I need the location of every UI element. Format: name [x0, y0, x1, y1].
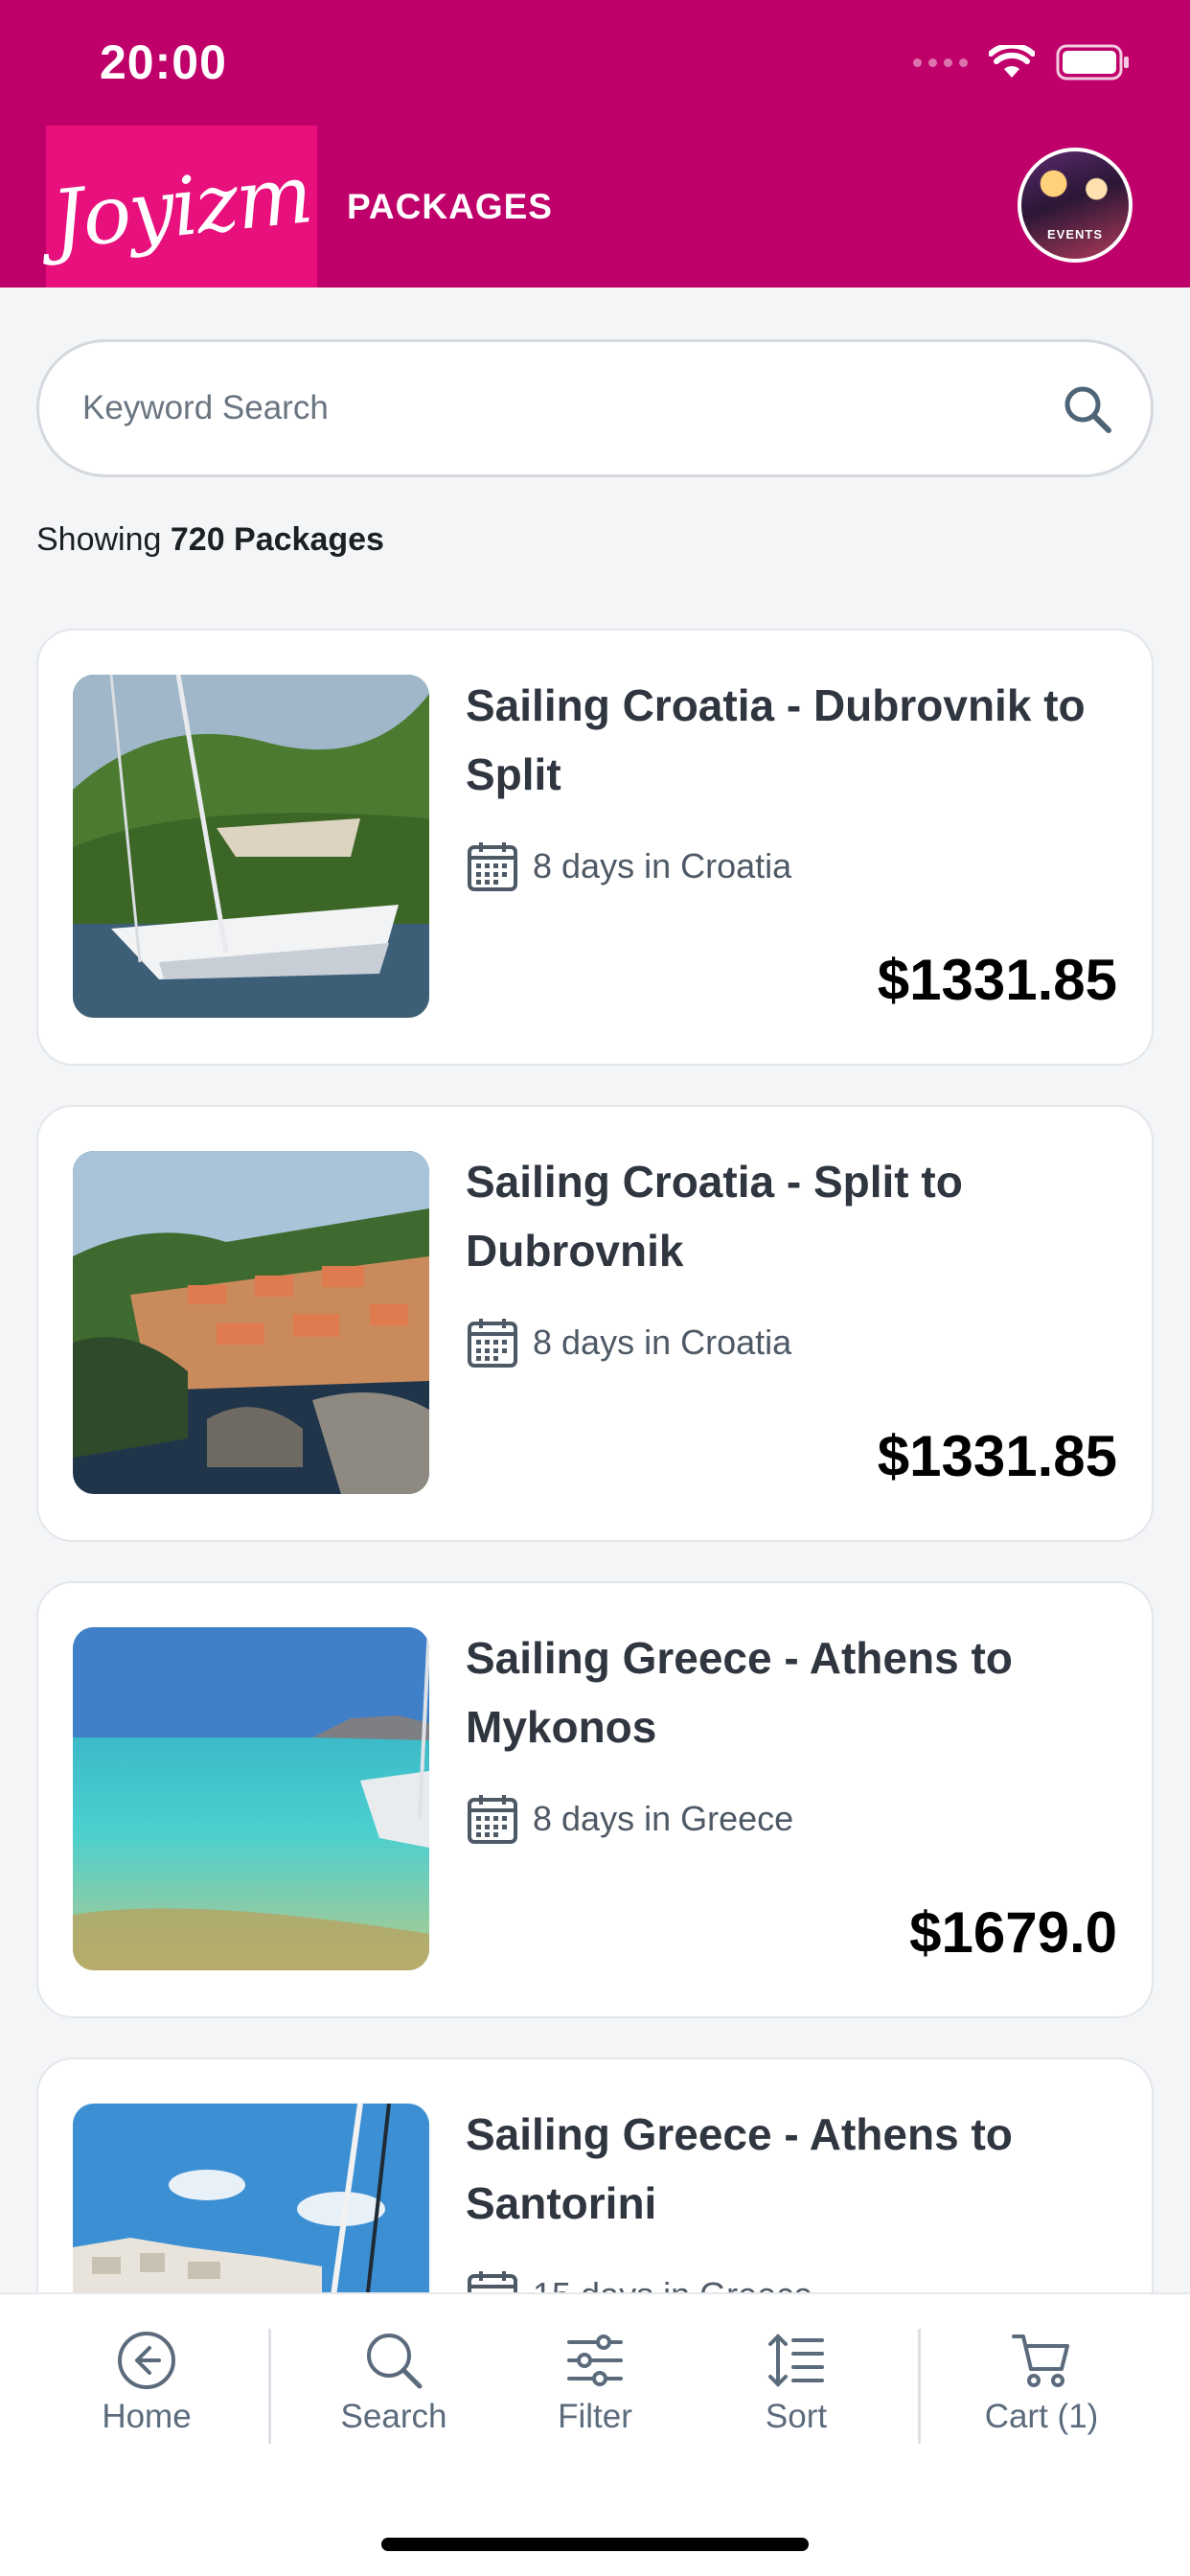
tab-home[interactable]: Home	[56, 2329, 238, 2444]
home-indicator[interactable]	[381, 2538, 809, 2551]
package-image[interactable]	[73, 1151, 429, 1494]
calendar-icon	[468, 1795, 517, 1844]
brand-logo[interactable]: Joyizm	[46, 126, 317, 288]
cellular-signal-icon	[913, 58, 968, 67]
tab-cart[interactable]: Cart (1)	[950, 2329, 1133, 2444]
package-title[interactable]: Sailing Croatia - Split to Dubrovnik	[466, 1147, 1127, 1285]
app-header: 20:00 Joyizm PACKAGES EVENTS	[0, 0, 1190, 288]
package-card[interactable]: Sailing Croatia - Dubrovnik to Split 8 d…	[36, 629, 1154, 1066]
package-duration-text: 8 days in Greece	[533, 1799, 794, 1838]
package-title[interactable]: Sailing Greece - Athens to Mykonos	[466, 1623, 1127, 1761]
results-number: 720 Packages	[170, 521, 384, 558]
package-duration: 8 days in Greece	[466, 1792, 793, 1846]
search-icon[interactable]	[1061, 382, 1114, 436]
tab-search-label: Search	[340, 2398, 447, 2435]
tab-divider	[268, 2329, 271, 2444]
logo-text: Joyizm	[47, 146, 316, 267]
sort-lines-icon	[768, 2334, 824, 2387]
search-input[interactable]	[82, 342, 1041, 474]
package-duration: 8 days in Croatia	[466, 1316, 791, 1369]
package-card[interactable]: Sailing Croatia - Split to Dubrovnik 8 d…	[36, 1105, 1154, 1542]
package-price: $1331.85	[877, 1424, 1117, 1488]
sliders-icon	[567, 2334, 623, 2386]
calendar-icon	[468, 842, 517, 891]
back-circle-icon	[118, 2332, 175, 2389]
page-title: PACKAGES	[347, 187, 553, 226]
search-icon	[367, 2334, 423, 2389]
tab-filter[interactable]: Filter	[504, 2329, 686, 2444]
tab-sort-label: Sort	[765, 2398, 828, 2435]
cart-icon	[1012, 2334, 1069, 2387]
results-prefix: Showing	[36, 521, 162, 558]
search-bar	[36, 339, 1154, 477]
package-duration-text: 8 days in Croatia	[533, 846, 792, 886]
battery-icon	[1056, 44, 1129, 80]
status-icons	[913, 44, 1131, 80]
wifi-icon	[989, 45, 1035, 78]
package-image[interactable]	[73, 675, 429, 1018]
results-count: Showing 720 Packages	[36, 521, 384, 559]
avatar[interactable]: EVENTS	[1018, 148, 1133, 263]
package-duration: 8 days in Croatia	[466, 840, 791, 893]
package-title[interactable]: Sailing Croatia - Dubrovnik to Split	[466, 671, 1127, 809]
package-price: $1331.85	[877, 948, 1117, 1012]
tab-search[interactable]: Search	[303, 2329, 485, 2444]
avatar-label: EVENTS	[1046, 227, 1103, 242]
package-price: $1679.0	[909, 1900, 1117, 1965]
tab-divider	[918, 2329, 921, 2444]
tab-cart-label: Cart (1)	[984, 2398, 1099, 2435]
package-card[interactable]: Sailing Greece - Athens to Mykonos 8 day…	[36, 1581, 1154, 2018]
tab-filter-label: Filter	[558, 2398, 632, 2435]
tab-home-label: Home	[102, 2398, 192, 2435]
status-time: 20:00	[100, 35, 227, 89]
tab-sort[interactable]: Sort	[705, 2329, 887, 2444]
package-image[interactable]	[73, 1627, 429, 1970]
package-title[interactable]: Sailing Greece - Athens to Santorini	[466, 2100, 1127, 2238]
bottom-tab-bar: Home Search Filter Sort Cart (1)	[0, 2292, 1190, 2576]
calendar-icon	[468, 1319, 517, 1368]
package-duration-text: 8 days in Croatia	[533, 1322, 792, 1362]
